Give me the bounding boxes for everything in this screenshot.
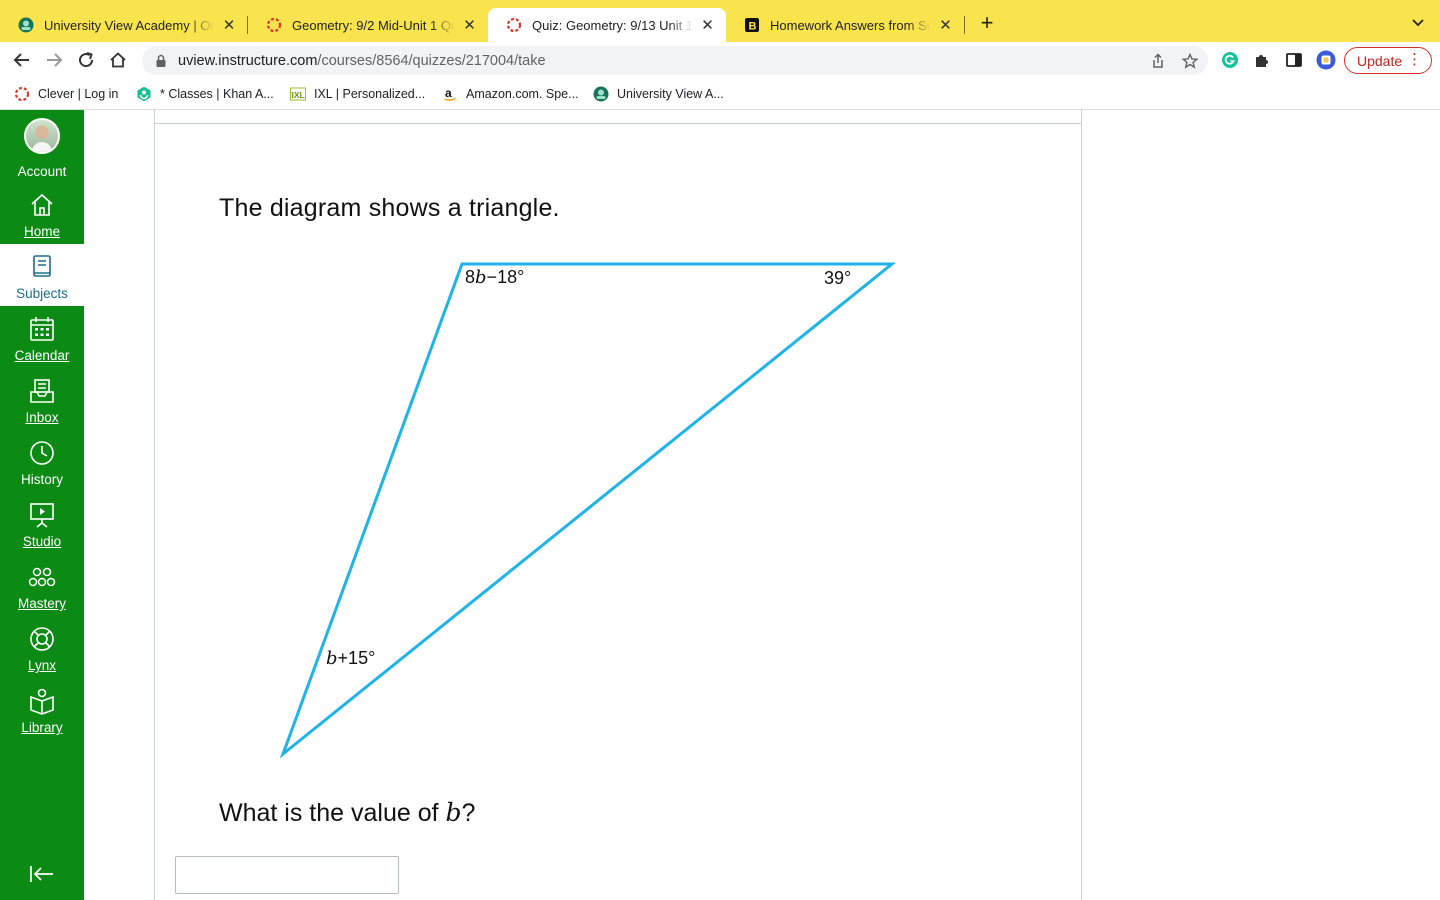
reload-button[interactable] <box>74 48 98 72</box>
bookmark-ixl[interactable]: IXL IXL | Personalized... <box>290 85 425 103</box>
arrow-left-icon <box>13 53 29 67</box>
close-tab-icon[interactable]: ✕ <box>937 16 954 34</box>
nav-history[interactable]: History <box>0 438 84 488</box>
svg-text:a: a <box>445 86 452 100</box>
avatar <box>24 118 60 154</box>
bookmark-khan-academy[interactable]: * Classes | Khan A... <box>136 85 274 103</box>
arrow-right-icon <box>47 53 63 67</box>
address-bar[interactable]: uview.instructure.com/courses/8564/quizz… <box>142 46 1208 75</box>
triangle-shape <box>279 262 897 759</box>
tab-university-view[interactable]: University View Academy | Online ✕ <box>0 8 248 42</box>
browser-toolbar: uview.instructure.com/courses/8564/quizz… <box>0 42 1440 78</box>
tab-separator <box>964 16 965 34</box>
forward-button[interactable] <box>42 48 66 72</box>
close-tab-icon[interactable]: ✕ <box>220 16 238 34</box>
nav-home[interactable]: Home <box>0 190 84 240</box>
update-button[interactable]: Update ⋮ <box>1344 47 1432 74</box>
nav-calendar[interactable]: Calendar <box>0 314 84 364</box>
back-button[interactable] <box>10 48 34 72</box>
nav-subjects[interactable]: Subjects <box>0 244 84 306</box>
svg-text:B: B <box>749 21 757 33</box>
global-navigation: Account Home Subjects Calendar Inbox His… <box>0 110 84 900</box>
angle-label-top-left: 8b−18° <box>465 267 525 288</box>
bookmarks-bar: Clever | Log in * Classes | Khan A... IX… <box>0 78 1440 110</box>
clever-icon <box>14 86 30 102</box>
nav-account[interactable]: Account <box>0 118 84 180</box>
uva-logo-icon <box>18 17 34 33</box>
answer-input[interactable] <box>175 856 399 894</box>
bookmark-clever[interactable]: Clever | Log in <box>14 85 118 103</box>
tab-strip: University View Academy | Online ✕ Geome… <box>0 0 1440 42</box>
nav-inbox[interactable]: Inbox <box>0 376 84 426</box>
inbox-icon <box>27 376 57 406</box>
svg-text:IXL: IXL <box>292 90 305 100</box>
brainly-logo-icon: B <box>744 17 760 33</box>
tab-unit-1-test[interactable]: Quiz: Geometry: 9/13 Unit 1 Test ✕ <box>488 8 726 42</box>
grammarly-icon[interactable] <box>1220 50 1240 70</box>
nav-studio[interactable]: Studio <box>0 500 84 550</box>
nav-lynx[interactable]: Lynx <box>0 624 84 674</box>
profile-icon[interactable] <box>1316 50 1336 70</box>
house-icon <box>110 52 126 68</box>
canvas-logo-icon <box>266 17 282 33</box>
chevron-down-icon[interactable] <box>1410 14 1426 30</box>
book-icon <box>27 252 57 282</box>
mastery-icon <box>27 562 57 592</box>
triangle-diagram: 8b−18° 39° b+15° <box>275 250 897 770</box>
star-icon[interactable] <box>1182 53 1198 69</box>
tab-homework-answers[interactable]: B Homework Answers from Subject ✕ <box>726 8 964 42</box>
tab-mid-unit-quiz[interactable]: Geometry: 9/2 Mid-Unit 1 Quiz ✕ <box>248 8 488 42</box>
khan-academy-icon <box>136 86 152 102</box>
reload-icon <box>79 52 94 68</box>
home-icon <box>27 190 57 220</box>
lock-icon <box>156 54 166 67</box>
kebab-menu-icon: ⋮ <box>1407 51 1422 68</box>
side-panel-icon[interactable] <box>1284 50 1304 70</box>
triangle-svg <box>279 262 897 759</box>
uva-logo-icon <box>593 86 609 102</box>
lynx-icon <box>27 624 57 654</box>
library-icon <box>27 686 57 716</box>
angle-label-top-right: 39° <box>824 268 852 288</box>
home-button[interactable] <box>106 48 130 72</box>
nav-library[interactable]: Library <box>0 686 84 736</box>
clock-icon <box>27 438 57 468</box>
bookmark-university-view[interactable]: University View A... <box>593 85 724 103</box>
amazon-icon: a <box>442 86 458 102</box>
studio-icon <box>27 500 57 530</box>
ixl-icon: IXL <box>290 86 306 102</box>
share-icon[interactable] <box>1150 53 1166 69</box>
collapse-nav-icon[interactable] <box>28 862 56 886</box>
question-intro: The diagram shows a triangle. <box>219 194 560 222</box>
close-tab-icon[interactable]: ✕ <box>461 16 478 34</box>
bookmark-amazon[interactable]: a Amazon.com. Spe... <box>442 85 579 103</box>
canvas-logo-icon <box>506 17 522 33</box>
quiz-question-card: The diagram shows a triangle. 8b−18° 39°… <box>154 110 1082 900</box>
calendar-icon <box>27 314 57 344</box>
question-prompt: What is the value of b? <box>219 798 476 827</box>
puzzle-extensions-icon[interactable] <box>1252 50 1272 70</box>
close-tab-icon[interactable]: ✕ <box>699 16 716 34</box>
nav-mastery[interactable]: Mastery <box>0 562 84 612</box>
divider <box>155 123 1081 124</box>
url-text: uview.instructure.com/courses/8564/quizz… <box>178 52 546 69</box>
angle-label-bottom: b+15° <box>326 648 376 669</box>
new-tab-button[interactable]: + <box>976 12 998 35</box>
